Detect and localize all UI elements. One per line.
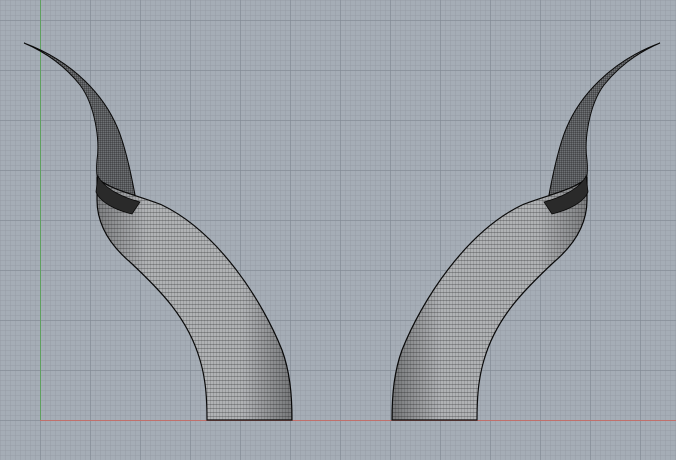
horn-left[interactable] — [23, 42, 293, 421]
viewport-canvas[interactable] — [0, 0, 676, 460]
modeling-viewport[interactable] — [0, 0, 676, 460]
horn-left-shading — [97, 178, 292, 420]
horn-right[interactable] — [391, 42, 661, 421]
horn-left-tip — [23, 42, 137, 211]
horn-right-shading — [392, 178, 587, 420]
horn-right-tip — [547, 42, 661, 211]
